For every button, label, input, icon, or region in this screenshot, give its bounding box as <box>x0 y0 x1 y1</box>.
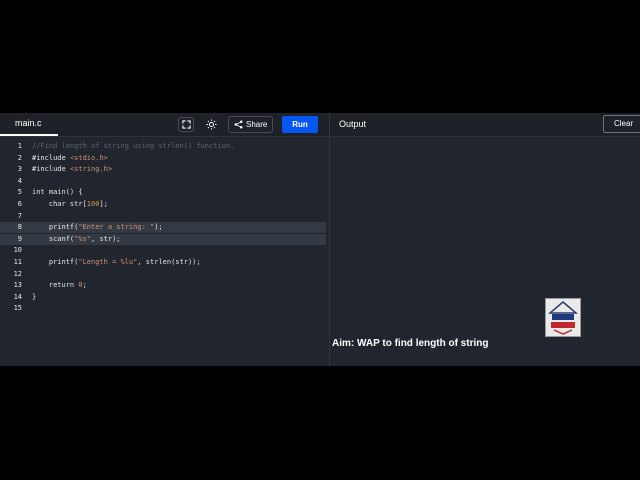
share-button[interactable]: Share <box>228 116 273 133</box>
code-line[interactable]: 1 //Find length of string using strlen() … <box>0 141 329 152</box>
code-line[interactable]: 3 #include <string.h> <box>0 164 329 175</box>
tab-main-c[interactable]: main.c <box>0 113 58 136</box>
sun-icon <box>205 119 217 130</box>
code-text: char str[100]; <box>32 200 108 208</box>
line-number: 4 <box>17 176 22 185</box>
code-text: #include <string.h> <box>32 165 113 174</box>
code-line[interactable]: 10 <box>0 245 329 256</box>
line-number: 5 <box>17 188 22 197</box>
code-line[interactable]: 14} <box>0 292 329 303</box>
code-text: printf("Length = %lu", strlen(str)); <box>32 258 201 266</box>
line-number: 9 <box>17 234 22 243</box>
top-bar: main.c Share Run Output Clear <box>0 113 640 137</box>
compiler-window: main.c Share Run Output Clear 1//Find le… <box>0 113 640 366</box>
line-number: 2 <box>17 153 22 162</box>
line-number: 3 <box>17 165 22 174</box>
output-title: Output <box>339 119 367 129</box>
share-label: Share <box>246 120 268 129</box>
line-number: 11 <box>13 258 22 266</box>
share-icon <box>234 120 243 129</box>
line-number: 13 <box>13 281 22 290</box>
code-line[interactable]: 2 #include <stdio.h> <box>0 153 329 164</box>
code-text: #include <stdio.h> <box>32 153 108 162</box>
code-line[interactable]: 11 printf("Length = %lu", strlen(str)); <box>0 257 329 268</box>
line-number: 12 <box>13 269 22 278</box>
theme-toggle-button[interactable] <box>203 117 219 132</box>
line-number: 6 <box>17 200 22 208</box>
code-line[interactable]: 9 scanf("%s", str); <box>0 233 326 245</box>
code-text: scanf("%s", str); <box>32 234 121 243</box>
code-line[interactable]: 5 int main() { <box>0 187 329 198</box>
line-number: 1 <box>17 142 22 150</box>
line-number: 10 <box>13 246 22 255</box>
code-line[interactable]: 15 <box>0 303 329 314</box>
code-text: printf("Enter a string: "); <box>32 223 163 232</box>
channel-logo-icon <box>547 301 579 335</box>
line-number: 15 <box>13 304 22 313</box>
fullscreen-icon <box>181 120 191 129</box>
code-editor[interactable]: 1 //Find length of string using strlen() … <box>0 137 329 366</box>
code-line[interactable]: 6 char str[100]; <box>0 199 329 210</box>
code-text: //Find length of string using strlen() f… <box>32 142 235 150</box>
aim-caption: Aim: WAP to find length of string <box>332 338 489 349</box>
line-number: 14 <box>13 292 22 301</box>
code-line[interactable]: 4 <box>0 176 329 187</box>
code-line[interactable]: 8 printf("Enter a string: "); <box>0 222 326 234</box>
clear-button[interactable]: Clear <box>603 115 640 133</box>
channel-logo <box>545 298 581 337</box>
run-button[interactable]: Run <box>282 116 318 133</box>
line-number: 7 <box>17 211 22 220</box>
code-line[interactable]: 7 <box>0 211 329 222</box>
code-line[interactable]: 12 <box>0 269 329 280</box>
code-text: int main() { <box>32 188 83 197</box>
code-text: } <box>32 292 37 301</box>
fullscreen-button[interactable] <box>178 117 194 132</box>
code-line[interactable]: 13 return 0; <box>0 280 329 291</box>
line-number: 8 <box>17 223 22 232</box>
code-text: return 0; <box>32 281 87 290</box>
pane-divider[interactable] <box>329 113 330 366</box>
